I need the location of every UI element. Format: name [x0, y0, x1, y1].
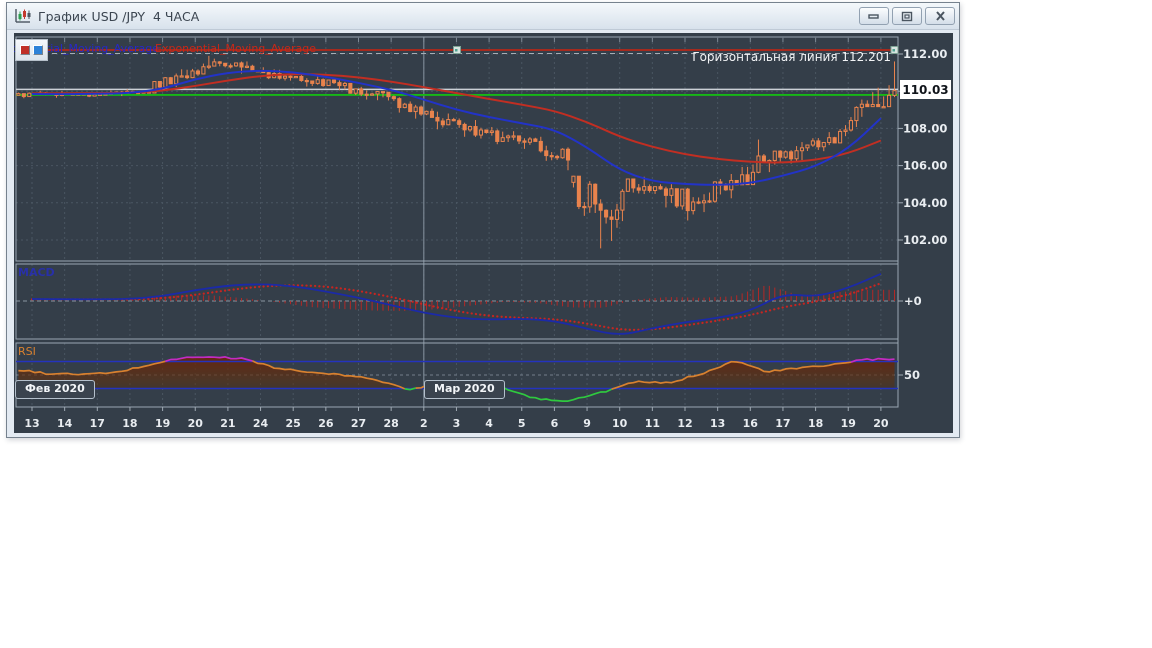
chart-area: 112.00 110.00 108.00 106.00 104.00 102.00 13 14… — [14, 33, 953, 433]
window-title: График USD /JPY 4 ЧАСА — [38, 9, 856, 24]
svg-text:16: 16 — [743, 417, 759, 430]
svg-text:28: 28 — [383, 417, 398, 430]
month-label-mar: Мар 2020 — [424, 380, 505, 399]
svg-text:21: 21 — [220, 417, 235, 430]
svg-text:110.00: 110.00 — [903, 84, 947, 98]
svg-text:2: 2 — [420, 417, 428, 430]
svg-text:17: 17 — [775, 417, 790, 430]
svg-text:14: 14 — [57, 417, 73, 430]
svg-text:27: 27 — [351, 417, 366, 430]
svg-text:18: 18 — [122, 417, 137, 430]
svg-text:6: 6 — [551, 417, 559, 430]
svg-text:5: 5 — [518, 417, 526, 430]
minimize-icon — [868, 11, 880, 21]
horizontal-lines — [16, 54, 898, 95]
close-icon — [935, 11, 946, 21]
svg-text:24: 24 — [253, 417, 269, 430]
indicator-buttons — [15, 39, 48, 61]
svg-text:3: 3 — [453, 417, 461, 430]
svg-text:106.00: 106.00 — [903, 159, 947, 173]
svg-text:13: 13 — [710, 417, 725, 430]
svg-text:11: 11 — [645, 417, 660, 430]
svg-text:12: 12 — [677, 417, 692, 430]
month-label-feb: Фев 2020 — [15, 380, 95, 399]
svg-text:19: 19 — [841, 417, 856, 430]
svg-text:18: 18 — [808, 417, 823, 430]
svg-text:9: 9 — [583, 417, 591, 430]
window-titlebar[interactable]: График USD /JPY 4 ЧАСА — [7, 3, 959, 30]
horizontal-line-112_201[interactable] — [16, 47, 898, 54]
chart-window: График USD /JPY 4 ЧАСА 112.00110 — [6, 2, 960, 438]
svg-text:104.00: 104.00 — [903, 196, 947, 210]
price-axis-labels: 112.00 110.00 108.00 106.00 104.00 102.00 — [903, 47, 947, 247]
restore-button[interactable] — [892, 7, 922, 25]
svg-text:108.00: 108.00 — [903, 121, 947, 135]
restore-icon — [901, 11, 913, 22]
svg-text:17: 17 — [90, 417, 105, 430]
svg-text:4: 4 — [485, 417, 493, 430]
svg-text:26: 26 — [318, 417, 334, 430]
x-axis-labels: 13 14 17 18 19 20 21 24 25 26 27 28 2 3 4 5 6 9 10 11 12 13 16… — [24, 417, 889, 430]
window-controls — [856, 7, 955, 25]
minimize-button[interactable] — [859, 7, 889, 25]
indicator-button-blue[interactable] — [33, 45, 43, 55]
svg-text:112.00: 112.00 — [903, 47, 947, 61]
close-button[interactable] — [925, 7, 955, 25]
svg-text:20: 20 — [873, 417, 889, 430]
svg-text:10: 10 — [612, 417, 628, 430]
indicator-button-red[interactable] — [20, 45, 30, 55]
svg-text:102.00: 102.00 — [903, 233, 947, 247]
svg-text:20: 20 — [188, 417, 204, 430]
window-body: 112.00 110.00 108.00 106.00 104.00 102.00 13 14… — [7, 30, 959, 438]
svg-text:25: 25 — [286, 417, 301, 430]
candlestick-chart-icon — [14, 8, 32, 24]
desktop: { "window": { "title": "График USD /JPY … — [0, 0, 1152, 648]
chart-canvas[interactable]: 112.00 110.00 108.00 106.00 104.00 102.00 13 14… — [14, 33, 953, 433]
svg-text:19: 19 — [155, 417, 170, 430]
svg-text:13: 13 — [24, 417, 39, 430]
